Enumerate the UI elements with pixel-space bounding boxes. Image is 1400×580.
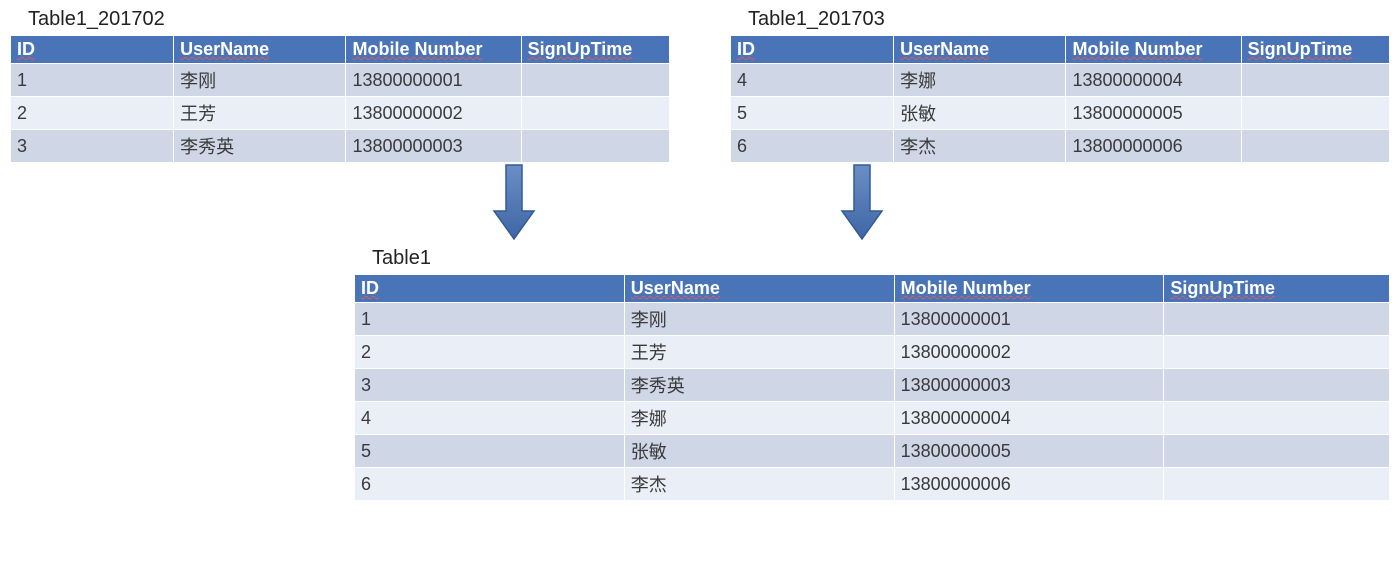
cell-id: 5 (355, 435, 625, 468)
cell-id: 1 (355, 303, 625, 336)
table-row: 4李娜13800000004 (731, 64, 1390, 97)
table-row: 4李娜13800000004 (355, 402, 1390, 435)
cell-username: 李刚 (624, 303, 894, 336)
table1-201703-block: Table1_201703 ID UserName Mobile Number … (730, 8, 1390, 163)
table-row: 2王芳13800000002 (355, 336, 1390, 369)
table-row: 1李刚13800000001 (355, 303, 1390, 336)
table1-201703: ID UserName Mobile Number SignUpTime 4李娜… (730, 35, 1390, 163)
cell-id: 4 (731, 64, 894, 97)
table1-201702-block: Table1_201702 ID UserName Mobile Number … (10, 8, 670, 163)
cell-username: 张敏 (894, 97, 1066, 130)
cell-mobile: 13800000001 (894, 303, 1164, 336)
cell-signuptime (1241, 64, 1389, 97)
table-row: 2王芳13800000002 (11, 97, 670, 130)
arrow-down-icon (492, 163, 536, 246)
table1-201702-title: Table1_201702 (28, 8, 670, 31)
col-signuptime: SignUpTime (1241, 36, 1389, 64)
cell-id: 6 (355, 468, 625, 501)
cell-username: 李秀英 (174, 130, 346, 163)
table-row: 6李杰13800000006 (731, 130, 1390, 163)
col-username: UserName (174, 36, 346, 64)
table1-201702: ID UserName Mobile Number SignUpTime 1李刚… (10, 35, 670, 163)
table1-merged-title: Table1 (372, 247, 1390, 270)
cell-mobile: 13800000002 (346, 97, 521, 130)
col-signuptime: SignUpTime (1164, 275, 1390, 303)
table1-merged: ID UserName Mobile Number SignUpTime 1李刚… (354, 274, 1390, 501)
cell-mobile: 13800000003 (346, 130, 521, 163)
cell-username: 李杰 (894, 130, 1066, 163)
col-mobile: Mobile Number (1066, 36, 1241, 64)
cell-signuptime (1164, 303, 1390, 336)
table-row: 3李秀英13800000003 (355, 369, 1390, 402)
cell-signuptime (1164, 336, 1390, 369)
cell-username: 李秀英 (624, 369, 894, 402)
cell-signuptime (1164, 369, 1390, 402)
cell-username: 李刚 (174, 64, 346, 97)
cell-mobile: 13800000005 (894, 435, 1164, 468)
cell-signuptime (521, 97, 669, 130)
col-signuptime: SignUpTime (521, 36, 669, 64)
table-row: 5张敏13800000005 (731, 97, 1390, 130)
col-id: ID (11, 36, 174, 64)
cell-id: 5 (731, 97, 894, 130)
cell-mobile: 13800000006 (894, 468, 1164, 501)
col-id: ID (355, 275, 625, 303)
cell-mobile: 13800000001 (346, 64, 521, 97)
table1-201703-title: Table1_201703 (748, 8, 1390, 31)
cell-username: 王芳 (174, 97, 346, 130)
table-row: 3李秀英13800000003 (11, 130, 670, 163)
cell-mobile: 13800000006 (1066, 130, 1241, 163)
table1-merged-block: Table1 ID UserName Mobile Number SignUpT… (354, 247, 1390, 501)
cell-mobile: 13800000003 (894, 369, 1164, 402)
cell-signuptime (521, 64, 669, 97)
table-row: 5张敏13800000005 (355, 435, 1390, 468)
cell-username: 王芳 (624, 336, 894, 369)
table-row: 1李刚13800000001 (11, 64, 670, 97)
cell-mobile: 13800000004 (1066, 64, 1241, 97)
cell-username: 李娜 (624, 402, 894, 435)
cell-id: 3 (355, 369, 625, 402)
cell-mobile: 13800000005 (1066, 97, 1241, 130)
col-mobile: Mobile Number (894, 275, 1164, 303)
col-username: UserName (894, 36, 1066, 64)
cell-username: 李娜 (894, 64, 1066, 97)
cell-signuptime (1164, 435, 1390, 468)
cell-username: 李杰 (624, 468, 894, 501)
cell-id: 6 (731, 130, 894, 163)
cell-id: 2 (355, 336, 625, 369)
table-row: 6李杰13800000006 (355, 468, 1390, 501)
cell-signuptime (1164, 402, 1390, 435)
cell-id: 3 (11, 130, 174, 163)
cell-username: 张敏 (624, 435, 894, 468)
cell-id: 1 (11, 64, 174, 97)
arrow-down-icon (840, 163, 884, 246)
col-id: ID (731, 36, 894, 64)
merge-arrows (10, 163, 1390, 243)
cell-signuptime (1241, 130, 1389, 163)
cell-id: 4 (355, 402, 625, 435)
cell-signuptime (1241, 97, 1389, 130)
cell-signuptime (1164, 468, 1390, 501)
col-username: UserName (624, 275, 894, 303)
cell-mobile: 13800000004 (894, 402, 1164, 435)
cell-id: 2 (11, 97, 174, 130)
cell-signuptime (521, 130, 669, 163)
col-mobile: Mobile Number (346, 36, 521, 64)
cell-mobile: 13800000002 (894, 336, 1164, 369)
